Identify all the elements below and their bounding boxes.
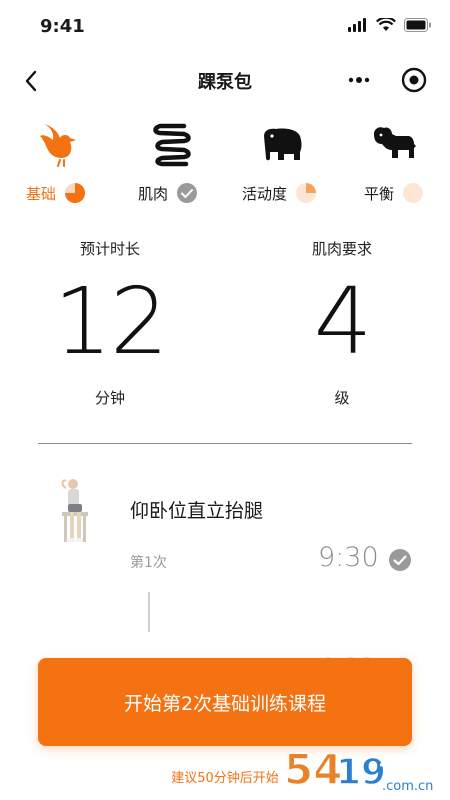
bird-icon[interactable] [34,120,82,168]
exercise-item[interactable]: 仰卧位直立抬腿 第1次 9:30 [0,470,450,610]
svg-text:19: 19 [336,752,386,793]
balance-progress-pie-icon [403,183,424,203]
cellular-signal-icon [348,18,366,32]
status-bar: 9:41 [0,0,450,56]
muscle-requirement-value: 4 [313,268,373,375]
tab-balance[interactable]: 平衡 [364,178,424,208]
timeline-connector [148,592,150,632]
close-target-icon[interactable] [400,66,428,94]
muscle-complete-check-icon [177,183,198,203]
duration-caption: 预计时长 [79,240,140,258]
start-training-button[interactable]: 开始第2次基础训练课程 [38,658,412,746]
stats-section: 预计时长 12 分钟 肌肉要求 4 级 [0,238,450,428]
exercise-complete-check-icon [389,549,411,571]
mobility-progress-pie-icon [296,183,317,203]
tab-muscle-label: 肌肉 [138,184,169,203]
exercise-name: 仰卧位直立抬腿 [130,500,264,522]
duration-stat: 预计时长 12 分钟 [10,238,210,408]
muscle-requirement-caption: 肌肉要求 [311,240,372,258]
tab-mobility-label: 活动度 [242,184,288,203]
exercise-time: 9:30 [318,542,379,573]
spring-icon[interactable] [150,120,198,168]
more-options-icon[interactable] [346,67,372,93]
tab-balance-label: 平衡 [364,184,395,203]
svg-text:手游网: 手游网 [380,753,434,775]
battery-icon [404,18,431,32]
nav-bar: 踝泵包 [0,56,450,106]
exercise-figure-thumbnail [61,479,88,542]
status-time: 9:41 [40,16,85,37]
muscle-requirement-stat: 肌肉要求 4 级 [242,238,442,408]
tab-basic-label: 基础 [26,184,57,203]
tab-mobility[interactable]: 活动度 [242,178,317,208]
status-icons [348,18,432,32]
divider [38,443,412,444]
duration-value: 12 [53,268,168,375]
basic-progress-pie-icon [65,183,86,203]
exercise-count: 第1次 [130,555,167,571]
page-title: 踝泵包 [198,72,252,93]
level-icons-row [0,120,450,170]
category-tabs: 基础 肌肉 活动度 平衡 [0,178,450,210]
duration-unit: 分钟 [94,389,125,407]
site-watermark-logo: 54 19 手游网 .com.cn [283,744,434,795]
tab-muscle[interactable]: 肌肉 [138,178,198,208]
lion-icon[interactable] [370,120,418,168]
tab-basic[interactable]: 基础 [26,178,86,208]
elephant-icon[interactable] [258,120,306,168]
muscle-requirement-unit: 级 [334,389,350,407]
svg-text:54: 54 [284,745,342,794]
start-training-button-label: 开始第2次基础训练课程 [123,692,327,715]
wifi-icon [376,18,396,31]
svg-text:.com.cn: .com.cn [382,779,433,794]
